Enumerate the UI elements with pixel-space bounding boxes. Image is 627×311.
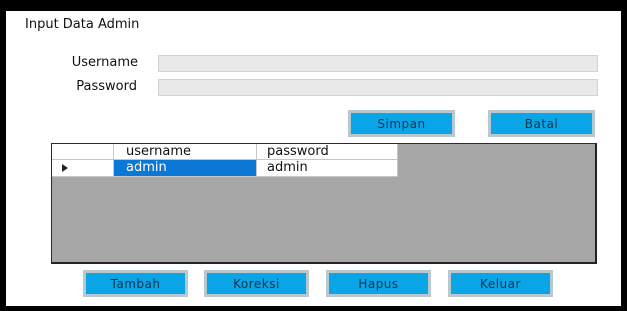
table-row[interactable]: admin admin	[52, 160, 398, 177]
batal-button-label: Batal	[524, 116, 559, 131]
row-header-corner	[52, 144, 114, 160]
username-label: Username	[71, 55, 138, 70]
column-header-password[interactable]: password	[257, 144, 398, 160]
password-input[interactable]	[158, 79, 598, 96]
tambah-button[interactable]: Tambah	[83, 270, 188, 297]
current-row-arrow-icon	[62, 164, 68, 172]
password-label: Password	[76, 79, 137, 94]
koreksi-button-label: Koreksi	[233, 276, 280, 291]
koreksi-button[interactable]: Koreksi	[204, 270, 309, 297]
simpan-button[interactable]: Simpan	[348, 110, 455, 137]
simpan-button-label: Simpan	[377, 116, 426, 131]
row-header[interactable]	[52, 160, 114, 177]
keluar-button-label: Keluar	[480, 276, 521, 291]
batal-button[interactable]: Batal	[488, 110, 595, 137]
grid-header-row: username password	[52, 144, 398, 160]
cell-password[interactable]: admin	[257, 160, 398, 177]
column-header-username[interactable]: username	[114, 144, 257, 160]
keluar-button[interactable]: Keluar	[448, 270, 553, 297]
window-title: Input Data Admin	[25, 17, 140, 32]
cell-username[interactable]: admin	[114, 160, 257, 177]
username-input[interactable]	[158, 55, 598, 72]
admin-data-grid[interactable]: username password admin admin	[51, 143, 597, 264]
hapus-button[interactable]: Hapus	[326, 270, 431, 297]
tambah-button-label: Tambah	[110, 276, 161, 291]
hapus-button-label: Hapus	[358, 276, 399, 291]
